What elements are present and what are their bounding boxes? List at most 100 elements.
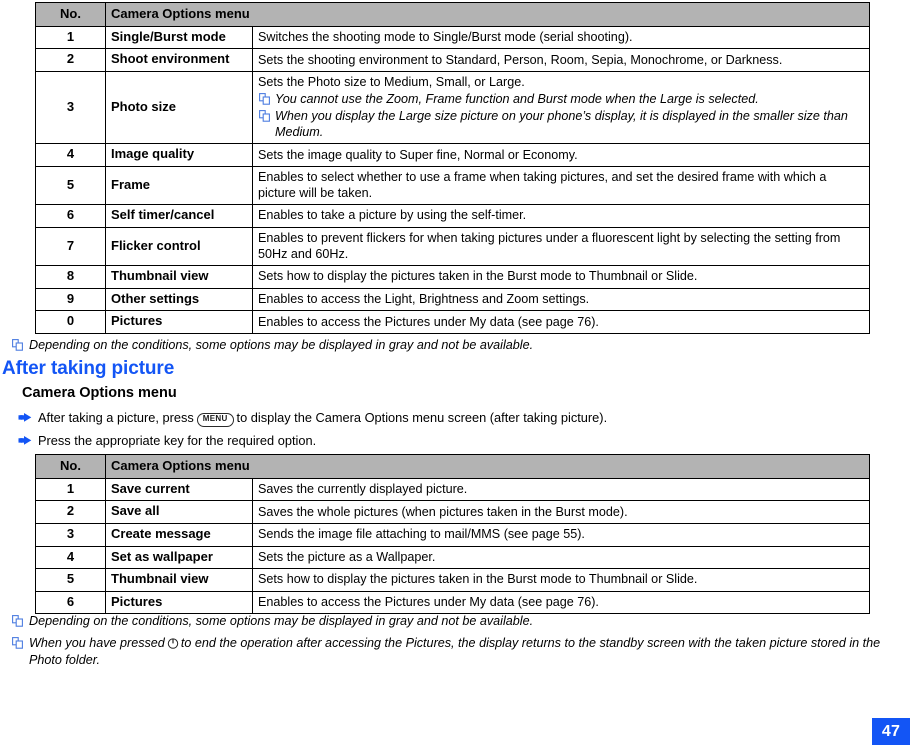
row-option-name: Self timer/cancel bbox=[105, 204, 253, 228]
row-option-name: Shoot environment bbox=[105, 48, 253, 72]
description-text: Sets the picture as a Wallpaper. bbox=[258, 549, 436, 564]
table-row: 7 Flicker control Enables to prevent flick… bbox=[35, 226, 870, 267]
row-description: Sends the image file attaching to mail/M… bbox=[252, 522, 870, 547]
row-number: 3 bbox=[35, 522, 106, 547]
table-row: 5 Thumbnail view Sets how to display the p… bbox=[35, 568, 870, 592]
description-text: Sets how to display the pictures taken i… bbox=[258, 269, 698, 284]
row-option-name: Other settings bbox=[105, 287, 253, 312]
row-option-name: Thumbnail view bbox=[105, 568, 253, 592]
row-number: 0 bbox=[35, 310, 106, 334]
note-gray-options-2: Depending on the conditions, some option… bbox=[12, 613, 892, 630]
table-body: 1 Single/Burst mode Switches the shooting … bbox=[35, 25, 870, 334]
pointing-hand-icon bbox=[18, 412, 32, 423]
description-text: Sends the image file attaching to mail/M… bbox=[258, 527, 585, 542]
description-note: When you display the Large size picture … bbox=[258, 108, 864, 140]
row-option-name: Single/Burst mode bbox=[105, 25, 253, 50]
table-header-row: No. Camera Options menu bbox=[35, 2, 870, 27]
description-text: Enables to prevent flickers for when tak… bbox=[258, 230, 841, 261]
camera-options-before-table-wrapper: No. Camera Options menu 1 Single/Burst mo… bbox=[35, 2, 870, 334]
description-note-text: You cannot use the Zoom, Frame function … bbox=[275, 91, 759, 106]
table-body: 1 Save current Saves the currently display… bbox=[35, 477, 870, 615]
description-text: Switches the shooting mode to Single/Bur… bbox=[258, 29, 633, 44]
row-number: 5 bbox=[35, 165, 106, 206]
description-text: Sets the Photo size to Medium, Small, or… bbox=[258, 74, 525, 89]
note-text: When you have pressed to end the operatio… bbox=[29, 635, 896, 668]
header-camera-options-menu: Camera Options menu bbox=[105, 454, 870, 479]
menu-key-glyph[interactable]: MENU bbox=[196, 413, 234, 427]
note-page-icon bbox=[259, 110, 270, 122]
row-number: 8 bbox=[35, 265, 106, 289]
table-row: 6 Pictures Enables to access the Pictures … bbox=[35, 590, 870, 615]
description-text: Enables to access the Pictures under My … bbox=[258, 595, 599, 609]
manual-page: No. Camera Options menu 1 Single/Burst mo… bbox=[0, 0, 910, 745]
row-number: 2 bbox=[35, 500, 106, 524]
row-description: Saves the whole pictures (when pictures … bbox=[252, 500, 870, 524]
row-option-name: Create message bbox=[105, 522, 253, 547]
row-number: 1 bbox=[35, 25, 106, 50]
table-row: 3 Photo size Sets the Photo size to Medium… bbox=[35, 70, 870, 145]
row-option-name: Save current bbox=[105, 477, 253, 502]
row-option-name: Pictures bbox=[105, 590, 253, 615]
note-page-icon bbox=[12, 339, 23, 351]
row-number: 6 bbox=[35, 204, 106, 228]
description-text: Enables to access the Pictures under My … bbox=[258, 314, 599, 329]
note-page-icon bbox=[259, 93, 270, 105]
table-row: 0 Pictures Enables to access the Pictures … bbox=[35, 310, 870, 334]
row-description: Enables to access the Pictures under My … bbox=[252, 310, 870, 334]
camera-options-before-table: No. Camera Options menu 1 Single/Burst mo… bbox=[35, 2, 870, 334]
step-item-1: After taking a picture, press MENU to disp… bbox=[18, 410, 607, 427]
row-description: Enables to access the Pictures under My … bbox=[252, 590, 870, 615]
row-option-name: Thumbnail view bbox=[105, 265, 253, 289]
row-description: Sets the shooting environment to Standar… bbox=[252, 48, 870, 72]
end-key-icon[interactable] bbox=[167, 637, 179, 649]
step-item-2: Press the appropriate key for the requir… bbox=[18, 433, 316, 448]
row-description: Sets the Photo size to Medium, Small, or… bbox=[252, 70, 870, 145]
camera-options-after-table: No. Camera Options menu 1 Save current Sav… bbox=[35, 454, 870, 615]
table-row: 9 Other settings Enables to access the Lig… bbox=[35, 287, 870, 312]
row-option-name: Flicker control bbox=[105, 226, 253, 267]
pointing-hand-icon bbox=[18, 435, 32, 446]
section-heading: After taking picture bbox=[2, 358, 175, 379]
table-row: 6 Self timer/cancel Enables to take a pict… bbox=[35, 204, 870, 228]
row-number: 1 bbox=[35, 477, 106, 502]
header-no: No. bbox=[35, 454, 106, 479]
row-description: Enables to select whether to use a frame… bbox=[252, 165, 870, 206]
note-text-before: When you have pressed bbox=[29, 636, 165, 650]
description-text: Enables to access the Light, Brightness … bbox=[258, 291, 590, 306]
row-option-name: Save all bbox=[105, 500, 253, 524]
row-option-name: Image quality bbox=[105, 143, 253, 167]
table-row: 4 Set as wallpaper Sets the picture as a W… bbox=[35, 545, 870, 570]
description-text: Enables to select whether to use a frame… bbox=[258, 169, 827, 201]
note-gray-options: Depending on the conditions, some option… bbox=[12, 337, 882, 354]
note-text: Depending on the conditions, some option… bbox=[29, 614, 534, 628]
table-row: 3 Create message Sends the image file atta… bbox=[35, 522, 870, 547]
row-description: Switches the shooting mode to Single/Bur… bbox=[252, 25, 870, 50]
table-header-row: No. Camera Options menu bbox=[35, 454, 870, 479]
row-description: Enables to prevent flickers for when tak… bbox=[252, 226, 870, 267]
row-option-name: Frame bbox=[105, 165, 253, 206]
description-text: Sets how to display the pictures taken i… bbox=[258, 572, 698, 587]
header-no: No. bbox=[35, 2, 106, 27]
description-text: Saves the currently displayed picture. bbox=[258, 481, 468, 496]
table-row: 2 Save all Saves the whole pictures (when … bbox=[35, 500, 870, 524]
table-row: 2 Shoot environment Sets the shooting envi… bbox=[35, 48, 870, 72]
row-number: 3 bbox=[35, 70, 106, 145]
description-text: Saves the whole pictures (when pictures … bbox=[258, 504, 628, 519]
section-subheading: Camera Options menu bbox=[22, 385, 177, 401]
table-row: 4 Image quality Sets the image quality to … bbox=[35, 143, 870, 167]
step-1-text-before: After taking a picture, press bbox=[38, 410, 194, 425]
row-number: 4 bbox=[35, 545, 106, 570]
table-row: 5 Frame Enables to select whether to use a… bbox=[35, 165, 870, 206]
row-option-name: Pictures bbox=[105, 310, 253, 334]
step-1-text-after: to display the Camera Options menu scree… bbox=[236, 410, 608, 425]
description-text: Sets the image quality to Super fine, No… bbox=[258, 147, 578, 162]
header-camera-options-menu: Camera Options menu bbox=[105, 2, 870, 27]
table-row: 1 Single/Burst mode Switches the shooting … bbox=[35, 25, 870, 50]
description-note: You cannot use the Zoom, Frame function … bbox=[258, 91, 864, 107]
note-page-icon bbox=[12, 615, 23, 627]
row-number: 9 bbox=[35, 287, 106, 312]
row-number: 7 bbox=[35, 226, 106, 267]
table-row: 8 Thumbnail view Sets how to display the p… bbox=[35, 265, 870, 289]
row-number: 5 bbox=[35, 568, 106, 592]
description-note-text: When you display the Large size picture … bbox=[275, 109, 848, 140]
